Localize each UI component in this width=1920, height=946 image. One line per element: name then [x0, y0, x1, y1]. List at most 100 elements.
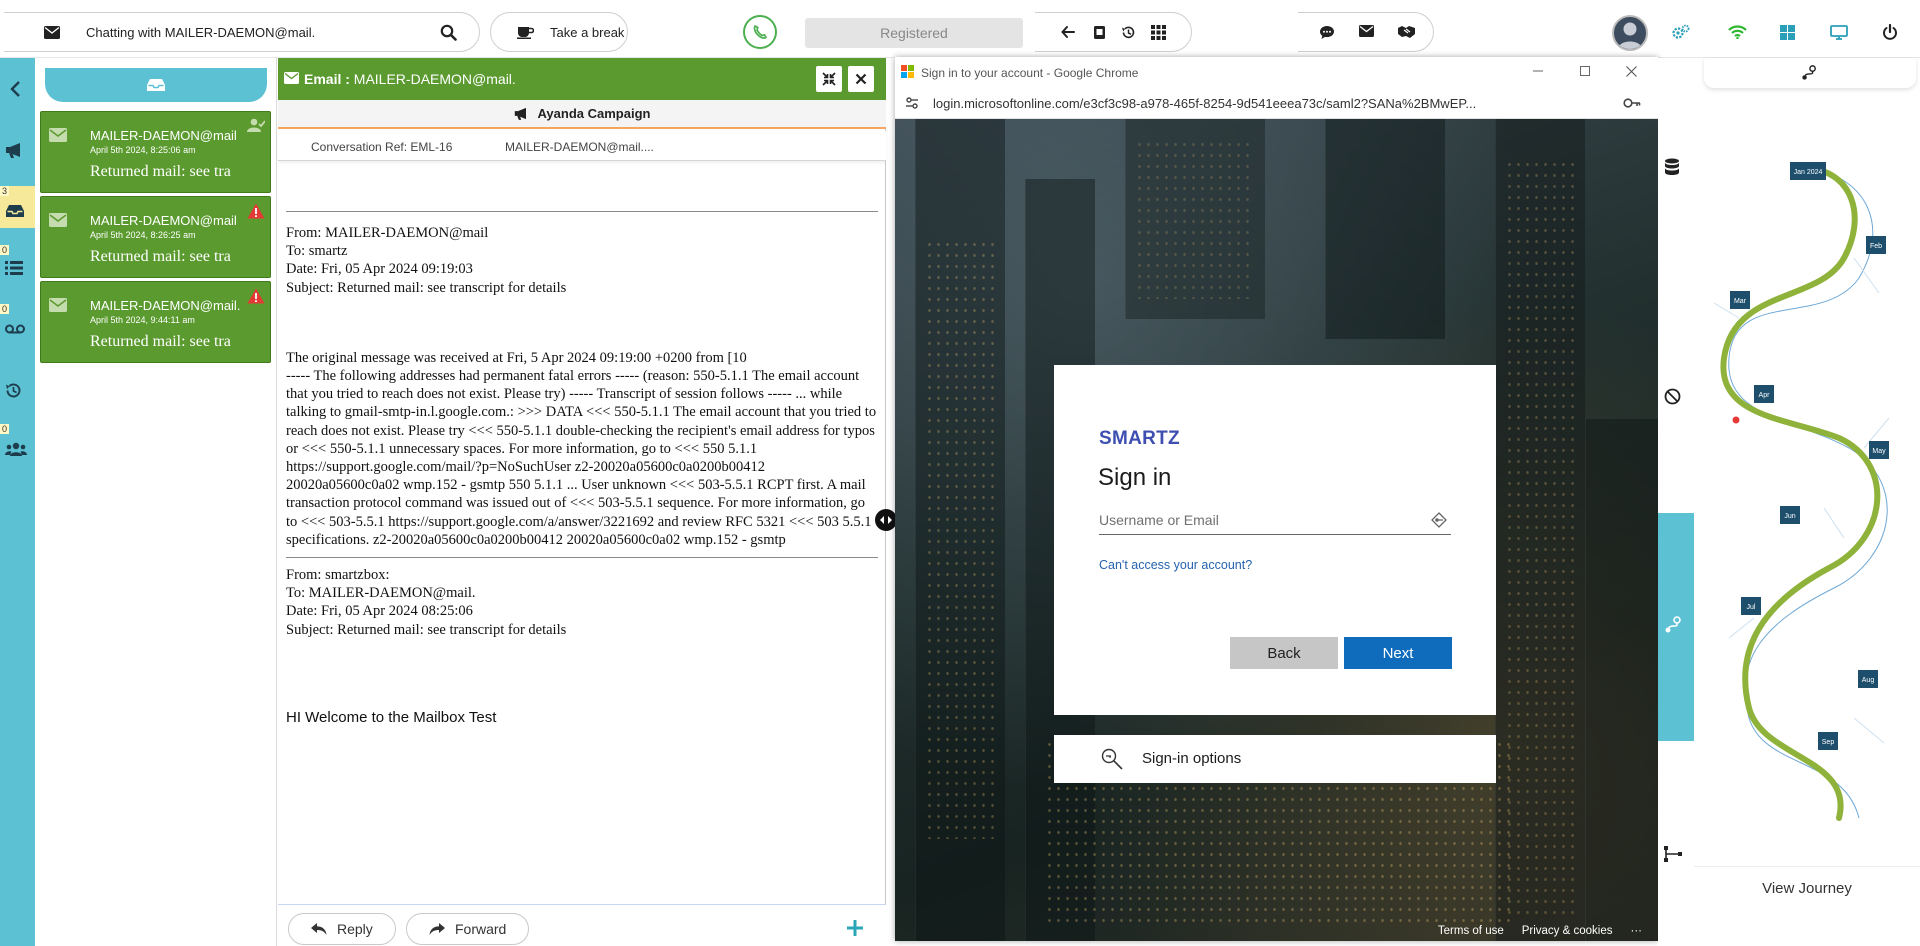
- conversation-item[interactable]: MAILER-DAEMON@mail April 5th 2024, 8:26:…: [40, 196, 271, 278]
- envelope-icon: [44, 25, 60, 39]
- username-input[interactable]: [1099, 506, 1399, 534]
- journey-node[interactable]: Jul: [1741, 597, 1761, 615]
- arrow-left-icon[interactable]: [1061, 25, 1075, 39]
- forward-button[interactable]: Forward: [406, 913, 530, 945]
- monitor-icon[interactable]: [1830, 25, 1848, 40]
- minimize-window-icon[interactable]: [1532, 65, 1544, 77]
- power-icon[interactable]: [1882, 24, 1898, 40]
- journey-node[interactable]: Feb: [1866, 236, 1886, 254]
- divider: [286, 211, 878, 212]
- conversation-address: MAILER-DAEMON@mail....: [505, 140, 654, 154]
- sign-in-options-button[interactable]: Sign-in options: [1054, 735, 1496, 783]
- ban-icon[interactable]: [1664, 388, 1681, 405]
- journey-header-tab[interactable]: [1704, 58, 1916, 88]
- conversation-item[interactable]: MAILER-DAEMON@mail. April 5th 2024, 9:44…: [40, 281, 271, 363]
- notepad-icon[interactable]: [1093, 25, 1106, 40]
- reply-icon: [311, 923, 327, 935]
- history-icon[interactable]: [1121, 25, 1136, 40]
- journey-node[interactable]: Jan 2024: [1790, 162, 1826, 180]
- journey-month-label: Sep: [1822, 739, 1835, 746]
- email-panel: Email : MAILER-DAEMON@mail. Ayanda Campa…: [278, 58, 886, 946]
- search-icon[interactable]: [440, 24, 457, 41]
- chrome-address-bar[interactable]: login.microsoftonline.com/e3cf3c98-a978-…: [895, 87, 1658, 119]
- journey-node[interactable]: Mar: [1730, 291, 1750, 309]
- next-button[interactable]: Next: [1344, 637, 1452, 669]
- chat-bubble-icon[interactable]: [1319, 25, 1335, 40]
- journey-month-label: Jun: [1784, 513, 1795, 520]
- journey-month-label: Mar: [1734, 298, 1747, 305]
- journey-route-icon[interactable]: [1664, 616, 1682, 634]
- voicemail-count-badge: 0: [0, 304, 10, 314]
- view-journey-button[interactable]: View Journey: [1694, 880, 1920, 897]
- grid-icon[interactable]: [1151, 25, 1166, 40]
- inbox-count-badge: 3: [0, 186, 10, 196]
- resize-arrows-icon: [880, 516, 892, 524]
- background-lights: [1135, 139, 1255, 299]
- chrome-popup-window: Sign in to your account - Google Chrome …: [895, 57, 1658, 941]
- user-avatar[interactable]: [1612, 15, 1648, 51]
- journey-node[interactable]: Aug: [1858, 670, 1878, 688]
- password-key-icon[interactable]: [1623, 97, 1641, 109]
- org-structure-icon[interactable]: [1664, 846, 1682, 862]
- left-nav-rail: 3 0 0 0: [0, 58, 35, 946]
- database-icon[interactable]: [1664, 158, 1680, 176]
- site-settings-icon[interactable]: [905, 97, 919, 109]
- message-2-headers: From: smartzbox: To: MAILER-DAEMON@mail.…: [286, 567, 567, 638]
- journey-node[interactable]: Sep: [1818, 732, 1838, 750]
- key-icon: [1431, 512, 1447, 528]
- close-window-icon[interactable]: [1625, 65, 1638, 78]
- journey-route-icon: [1800, 65, 1818, 81]
- sign-in-heading: Sign in: [1098, 464, 1172, 491]
- message-1-headers: From: MAILER-DAEMON@mail To: smartz Date…: [286, 225, 567, 296]
- email-header: Email : MAILER-DAEMON@mail.: [278, 58, 886, 100]
- reply-button[interactable]: Reply: [288, 913, 396, 945]
- forward-label: Forward: [455, 921, 507, 937]
- megaphone-icon[interactable]: [5, 142, 25, 158]
- conversation-item[interactable]: MAILER-DAEMON@mail April 5th 2024, 8:25:…: [40, 111, 271, 193]
- take-break-button[interactable]: Take a break: [490, 12, 628, 52]
- envelope-icon: [49, 298, 67, 312]
- maximize-window-icon[interactable]: [1579, 65, 1591, 77]
- cant-access-link[interactable]: Can't access your account?: [1099, 558, 1252, 572]
- journey-node[interactable]: May: [1869, 441, 1889, 459]
- privacy-link[interactable]: Privacy & cookies: [1522, 925, 1613, 937]
- terms-link[interactable]: Terms of use: [1438, 925, 1504, 937]
- phone-call-button[interactable]: [743, 15, 777, 49]
- username-field[interactable]: [1099, 506, 1451, 535]
- add-plus-icon[interactable]: [846, 919, 864, 937]
- journey-node[interactable]: Apr: [1754, 385, 1774, 403]
- list-icon[interactable]: [5, 261, 23, 275]
- inbox-tray-icon[interactable]: [5, 204, 25, 218]
- minimize-panel-button[interactable]: [816, 66, 842, 92]
- chatting-with-bar[interactable]: Chatting with MAILER-DAEMON@mail.: [4, 12, 480, 52]
- voicemail-icon[interactable]: [5, 324, 25, 334]
- collapse-chevron-icon[interactable]: [9, 81, 21, 97]
- conversation-date: April 5th 2024, 8:26:25 am: [90, 230, 196, 240]
- journey-month-label: Jan 2024: [1794, 169, 1823, 176]
- conversation-sender: MAILER-DAEMON@mail: [90, 213, 237, 228]
- sign-in-options-label: Sign-in options: [1142, 750, 1242, 767]
- journey-node[interactable]: Jun: [1780, 506, 1800, 524]
- inbox-tab[interactable]: [45, 68, 267, 102]
- reply-label: Reply: [337, 921, 373, 937]
- search-key-icon: [1100, 747, 1124, 771]
- conversation-ref: Conversation Ref: EML-16: [311, 140, 453, 154]
- window-title: Sign in to your account - Google Chrome: [921, 66, 1139, 80]
- background-building: [1585, 419, 1658, 941]
- journey-month-label: Feb: [1870, 243, 1882, 250]
- brand-logo: SMARTZ: [1099, 428, 1180, 449]
- back-button[interactable]: Back: [1230, 637, 1338, 669]
- conversation-date: April 5th 2024, 9:44:11 am: [90, 315, 195, 325]
- forward-icon: [429, 923, 445, 935]
- page-footer: Terms of use Privacy & cookies ···: [1438, 925, 1642, 937]
- settings-gear-icon[interactable]: [1672, 24, 1690, 40]
- handshake-icon[interactable]: [1397, 25, 1416, 39]
- close-panel-button[interactable]: [848, 66, 874, 92]
- url-text[interactable]: login.microsoftonline.com/e3cf3c98-a978-…: [933, 96, 1476, 111]
- email-icon[interactable]: [1359, 25, 1374, 37]
- history-icon[interactable]: [5, 382, 22, 399]
- more-options-icon[interactable]: ···: [1631, 925, 1643, 937]
- users-group-icon[interactable]: [5, 442, 27, 456]
- panel-resize-handle[interactable]: [875, 509, 897, 531]
- windows-apps-icon[interactable]: [1780, 25, 1795, 40]
